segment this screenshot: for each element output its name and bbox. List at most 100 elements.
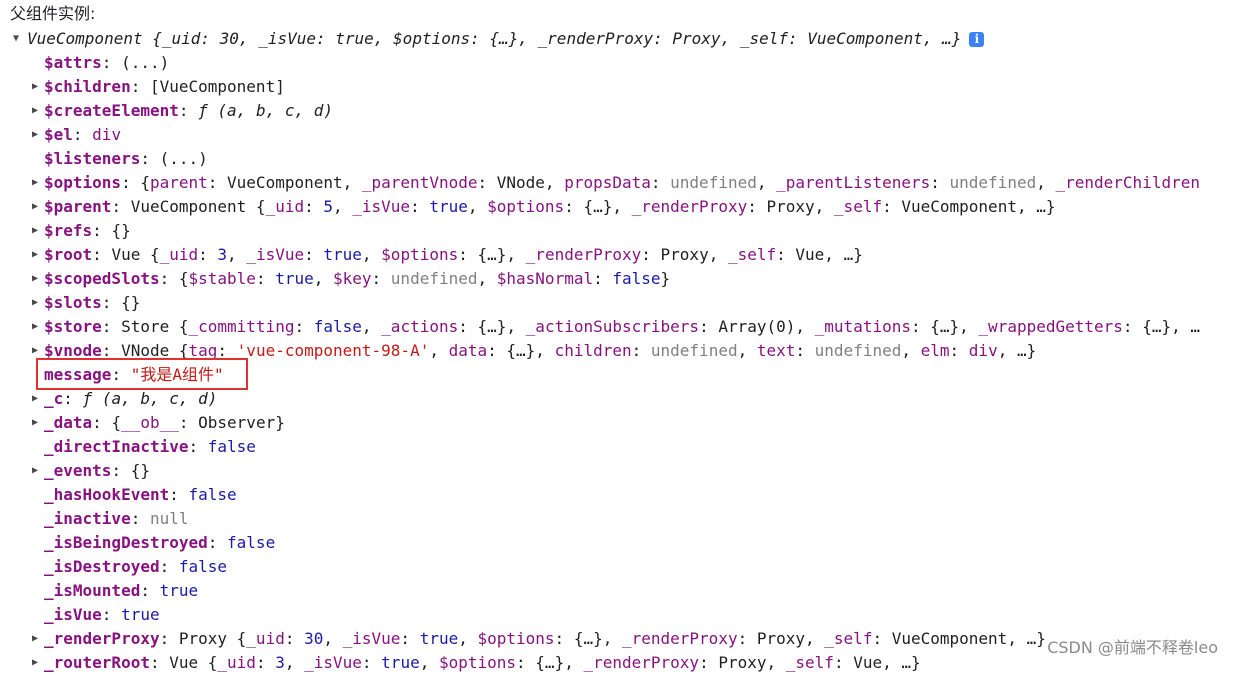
tree-root-row[interactable]: ▼ VueComponent {_uid: 30, _isVue: true, … [0, 27, 1234, 51]
prop-message[interactable]: message: "我是A组件" [0, 363, 1234, 387]
sub-value: Proxy, [660, 245, 728, 264]
console-object-tree: ▼ VueComponent {_uid: 30, _isVue: true, … [0, 27, 1234, 675]
prop-inactive[interactable]: _inactive: null [0, 507, 1234, 531]
expand-right-icon[interactable]: ▶ [29, 99, 41, 123]
separator: , [361, 317, 382, 336]
prop-scoped-slots[interactable]: ▶ $scopedSlots: {$stable: true, $key: un… [0, 267, 1234, 291]
sub-key: _actions [381, 317, 459, 336]
separator: , [323, 629, 343, 648]
expand-right-icon[interactable]: ▶ [29, 339, 41, 363]
prop-value: (a, b, c, d) [101, 389, 218, 408]
sub-key: $hasNormal [496, 269, 594, 288]
prop-is-destroyed[interactable]: _isDestroyed: false [0, 555, 1234, 579]
prop-data[interactable]: ▶ _data: {__ob__: Observer} [0, 411, 1234, 435]
prop-key: message [44, 365, 112, 384]
separator: , [901, 341, 921, 360]
prop-value: false [178, 557, 228, 576]
sub-key: _uid [217, 653, 256, 672]
sub-key: parent [149, 173, 208, 192]
sub-value: Observer} [198, 413, 285, 432]
prop-is-being-destroyed[interactable]: _isBeingDestroyed: false [0, 531, 1234, 555]
sub-value: div [968, 341, 998, 360]
separator: , [756, 173, 777, 192]
expand-right-icon[interactable]: ▶ [29, 171, 41, 195]
expand-right-icon[interactable]: ▶ [29, 627, 41, 651]
expand-down-icon[interactable]: ▼ [10, 27, 22, 51]
sub-value: {…}, [506, 341, 555, 360]
sub-value: undefined [814, 341, 902, 360]
sub-value: Vue, …} [795, 245, 863, 264]
sub-key: $options [381, 245, 459, 264]
prop-root[interactable]: ▶ $root: Vue {_uid: 3, _isVue: true, $op… [0, 243, 1234, 267]
prop-key: _isBeingDestroyed [44, 533, 208, 552]
prop-vnode[interactable]: ▶ $vnode: VNode {tag: 'vue-component-98-… [0, 339, 1234, 363]
sub-key: _renderProxy [583, 653, 700, 672]
sub-key: _mutations [814, 317, 911, 336]
sub-value: VNode, [496, 173, 565, 192]
expand-right-icon[interactable]: ▶ [29, 195, 41, 219]
prop-is-mounted[interactable]: _isMounted: true [0, 579, 1234, 603]
class-name: Proxy { [178, 629, 247, 648]
expand-right-icon[interactable]: ▶ [29, 219, 41, 243]
prop-key: $createElement [44, 101, 179, 120]
expand-right-icon[interactable]: ▶ [29, 387, 41, 411]
prop-key: _events [44, 461, 112, 480]
prop-c[interactable]: ▶ _c: ƒ (a, b, c, d) [0, 387, 1234, 411]
console-heading: 父组件实例: [10, 4, 96, 23]
sub-value: undefined [650, 341, 738, 360]
prop-value: null [149, 509, 189, 528]
prop-value[interactable]: (...) [121, 53, 169, 72]
prop-key: $listeners [44, 149, 141, 168]
prop-key: $options [44, 173, 122, 192]
sub-key: _isVue [352, 197, 411, 216]
prop-parent[interactable]: ▶ $parent: VueComponent {_uid: 5, _isVue… [0, 195, 1234, 219]
prop-create-element[interactable]: ▶ $createElement: ƒ (a, b, c, d) [0, 99, 1234, 123]
expand-right-icon[interactable]: ▶ [29, 267, 41, 291]
prop-attrs[interactable]: $attrs: (...) [0, 51, 1234, 75]
prop-key: _isMounted [44, 581, 141, 600]
prop-has-hook-event[interactable]: _hasHookEvent: false [0, 483, 1234, 507]
prop-value[interactable]: (...) [160, 149, 208, 168]
prop-value: [VueComponent] [149, 77, 285, 96]
root-object-summary: VueComponent {_uid: 30, _isVue: true, $o… [27, 29, 962, 48]
sub-key: _uid [159, 245, 199, 264]
prop-direct-inactive[interactable]: _directInactive: false [0, 435, 1234, 459]
prop-key: $el [44, 125, 73, 144]
sub-value: Array(0), [718, 317, 815, 336]
sub-key: _actionSubscribers [525, 317, 700, 336]
prop-slots[interactable]: ▶ $slots: {} [0, 291, 1234, 315]
expand-right-icon[interactable]: ▶ [29, 651, 41, 675]
class-name: VNode { [121, 341, 189, 360]
prop-listeners[interactable]: $listeners: (...) [0, 147, 1234, 171]
prop-children[interactable]: ▶ $children: [VueComponent] [0, 75, 1234, 99]
separator: , [429, 341, 449, 360]
prop-key: _isDestroyed [44, 557, 160, 576]
expand-right-icon[interactable]: ▶ [29, 123, 41, 147]
prop-options[interactable]: ▶ $options: {parent: VueComponent, _pare… [0, 171, 1234, 195]
expand-right-icon[interactable]: ▶ [29, 75, 41, 99]
prop-key: _routerRoot [44, 653, 150, 672]
sub-value: VueComponent, [227, 173, 362, 192]
separator: , [419, 653, 439, 672]
info-icon[interactable]: i [969, 32, 985, 47]
sub-key: $options [487, 197, 565, 216]
prop-key: $store [44, 317, 102, 336]
prop-el[interactable]: ▶ $el: div [0, 123, 1234, 147]
sub-key: _uid [246, 629, 285, 648]
sub-value: undefined [949, 173, 1037, 192]
brace: } [660, 269, 671, 288]
prop-key: $refs [44, 221, 93, 240]
sub-key: data [448, 341, 488, 360]
expand-right-icon[interactable]: ▶ [29, 315, 41, 339]
prop-store[interactable]: ▶ $store: Store {_committing: false, _ac… [0, 315, 1234, 339]
prop-refs[interactable]: ▶ $refs: {} [0, 219, 1234, 243]
expand-right-icon[interactable]: ▶ [29, 411, 41, 435]
prop-events[interactable]: ▶ _events: {} [0, 459, 1234, 483]
expand-right-icon[interactable]: ▶ [29, 291, 41, 315]
prop-is-vue[interactable]: _isVue: true [0, 603, 1234, 627]
expand-right-icon[interactable]: ▶ [29, 459, 41, 483]
sub-key: _wrappedGetters [978, 317, 1123, 336]
expand-right-icon[interactable]: ▶ [29, 243, 41, 267]
sub-key: _self [833, 197, 883, 216]
sub-value: {…}, [477, 245, 526, 264]
